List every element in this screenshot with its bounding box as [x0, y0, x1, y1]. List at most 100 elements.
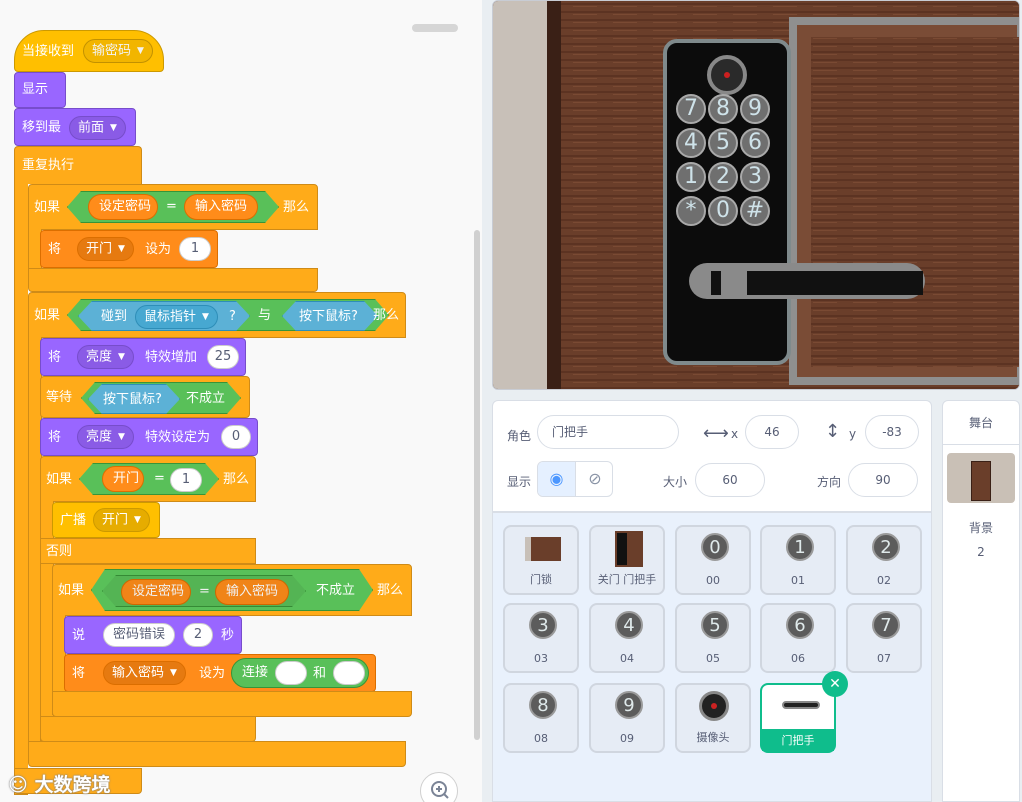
block-label: 如果 [46, 472, 73, 487]
say-text-input[interactable]: 密码错误 [103, 623, 175, 647]
block-label: 那么 [373, 308, 400, 323]
zoom-in-icon [431, 781, 449, 799]
block-label: 那么 [377, 583, 404, 598]
show-block[interactable]: 显示 [14, 72, 66, 108]
x-field[interactable]: 46 [745, 415, 799, 449]
not-operator[interactable]: 按下鼠标? 不成立 [81, 382, 241, 414]
delete-sprite-button[interactable]: ✕ [822, 671, 848, 697]
sprite-tile[interactable]: 9 09 [589, 683, 665, 753]
sprite-name-field[interactable]: 门把手 [537, 415, 679, 449]
layer-dropdown[interactable]: 前面 ▼ [69, 116, 126, 140]
lock-panel-icon [617, 533, 627, 565]
when-receive-hat-block[interactable]: 当接收到 输密码 ▼ [14, 30, 164, 72]
size-label: 大小 [663, 475, 688, 489]
value-input[interactable]: 25 [207, 345, 239, 369]
touching-target-dropdown[interactable]: 鼠标指针 ▼ [135, 305, 218, 329]
chevron-down-icon: ▼ [134, 515, 141, 525]
backdrop-thumbnail[interactable] [947, 453, 1015, 503]
broadcast-message-dropdown[interactable]: 开门 ▼ [93, 508, 150, 532]
forever-block[interactable]: 重复执行 [14, 146, 142, 184]
set-variable-block[interactable]: 将 开门 ▼ 设为 1 [40, 230, 218, 268]
y-field[interactable]: -83 [865, 415, 919, 449]
wait-until-block[interactable]: 等待 按下鼠标? 不成立 [40, 376, 250, 418]
sprite-tile[interactable]: 门锁 [503, 525, 579, 595]
show-label: 显示 [507, 475, 532, 489]
go-to-layer-block[interactable]: 移到最 前面 ▼ [14, 108, 136, 146]
block-label: 当接收到 [22, 44, 75, 59]
message-dropdown[interactable]: 输密码 ▼ [83, 39, 153, 63]
touching-block[interactable]: 碰到 鼠标指针 ▼ ? [78, 301, 250, 331]
value-input[interactable]: 1 [170, 468, 202, 492]
sprite-tile[interactable]: 5 05 [675, 603, 751, 673]
if-block-2[interactable]: 如果 碰到 鼠标指针 ▼ ? 与 按下鼠标? 那么 [28, 292, 406, 338]
stage-canvas[interactable]: 7 8 9 4 5 6 1 2 3 * 0 # [492, 0, 1020, 390]
dropdown-text: 亮度 [86, 349, 113, 365]
broadcast-block[interactable]: 广播 开门 ▼ [52, 502, 160, 538]
sprite-tile[interactable]: 8 08 [503, 683, 579, 753]
dropdown-text: 开门 [86, 241, 113, 257]
join-input-2[interactable] [333, 661, 365, 685]
sprite-label: 角色 [507, 429, 532, 443]
direction-field[interactable]: 90 [848, 463, 918, 497]
sprite-tile[interactable]: 4 04 [589, 603, 665, 673]
reporter-input-password[interactable]: 输入密码 [215, 579, 289, 605]
block-label: 如果 [58, 583, 85, 598]
code-area[interactable]: 当接收到 输密码 ▼ 显示 移到最 前面 ▼ 重复执行 如果 设定密码 = 输入密码… [0, 0, 482, 802]
sprite-tile[interactable]: 关门 门把手 [589, 525, 665, 595]
size-field[interactable]: 60 [695, 463, 765, 497]
vertical-scrollbar[interactable] [474, 230, 480, 740]
set-variable-block[interactable]: 将 输入密码 ▼ 设为 连接 和 [64, 654, 376, 692]
show-hidden-button[interactable]: ⊘ [576, 462, 612, 496]
reporter-set-password[interactable]: 设定密码 [88, 194, 158, 220]
variable-dropdown[interactable]: 开门 ▼ [77, 237, 134, 261]
sprite-tile[interactable]: 摄像头 [675, 683, 751, 753]
chevron-down-icon: ▼ [137, 46, 144, 56]
reporter-input-password[interactable]: 输入密码 [184, 194, 258, 220]
zoom-in-button[interactable] [420, 772, 458, 802]
dropdown-text: 亮度 [86, 429, 113, 445]
if-else-block[interactable]: 如果 开门 = 1 那么 [40, 456, 256, 502]
zoom-slider[interactable] [412, 24, 458, 32]
block-label: 秒 [221, 628, 235, 643]
keypad-key: 1 [676, 162, 706, 192]
value-input[interactable]: 0 [221, 425, 251, 449]
equals-operator[interactable]: 开门 = 1 [79, 463, 219, 495]
value-input[interactable]: 1 [179, 237, 211, 261]
sprite-tile[interactable]: 6 06 [760, 603, 836, 673]
chevron-down-icon: ▼ [118, 244, 125, 254]
sprite-tile[interactable]: 7 07 [846, 603, 922, 673]
equals-operator[interactable]: 设定密码 = 输入密码 [102, 575, 306, 607]
sprite-tile[interactable]: 3 03 [503, 603, 579, 673]
and-operator[interactable]: 碰到 鼠标指针 ▼ ? 与 按下鼠标? [67, 299, 389, 331]
mouse-down-block[interactable]: 按下鼠标? [88, 384, 180, 414]
set-effect-block[interactable]: 将 亮度 ▼ 特效设定为 0 [40, 418, 258, 456]
handle-thumbnail [782, 701, 820, 709]
sprite-tile[interactable]: 2 02 [846, 525, 922, 595]
equals-sign: = [199, 584, 210, 599]
reporter-set-password[interactable]: 设定密码 [121, 579, 191, 605]
backdrops-label: 背景 [968, 521, 993, 535]
equals-operator[interactable]: 设定密码 = 输入密码 [67, 191, 279, 223]
if-block-4[interactable]: 如果 设定密码 = 输入密码 不成立 那么 [52, 564, 412, 616]
join-input-1[interactable] [275, 661, 307, 685]
effect-dropdown[interactable]: 亮度 ▼ [77, 345, 134, 369]
sprite-tile[interactable]: 0 00 [675, 525, 751, 595]
show-visible-button[interactable]: ◉ [538, 462, 576, 496]
mouse-down-block[interactable]: 按下鼠标? [282, 301, 378, 331]
digit-thumbnail: 8 [529, 691, 557, 719]
seconds-input[interactable]: 2 [183, 623, 213, 647]
stage-selector-panel[interactable]: 舞台 背景 2 [942, 400, 1020, 802]
vertical-arrows-icon: ↕ [825, 421, 841, 442]
sprite-tile[interactable]: 1 01 [760, 525, 836, 595]
x-label: x [731, 427, 739, 441]
keypad-key: 7 [676, 94, 706, 124]
say-for-secs-block[interactable]: 说 密码错误 2 秒 [64, 616, 242, 654]
if-block-1[interactable]: 如果 设定密码 = 输入密码 那么 [28, 184, 318, 230]
sprite-tile[interactable]: 门把手 ✕ [760, 671, 848, 753]
reporter-open-door[interactable]: 开门 [102, 466, 144, 492]
variable-dropdown[interactable]: 输入密码 ▼ [103, 661, 186, 685]
effect-dropdown[interactable]: 亮度 ▼ [77, 425, 134, 449]
stage-panel-header: 舞台 [943, 401, 1019, 445]
change-effect-block[interactable]: 将 亮度 ▼ 特效增加 25 [40, 338, 246, 376]
not-operator[interactable]: 设定密码 = 输入密码 不成立 [91, 569, 373, 611]
